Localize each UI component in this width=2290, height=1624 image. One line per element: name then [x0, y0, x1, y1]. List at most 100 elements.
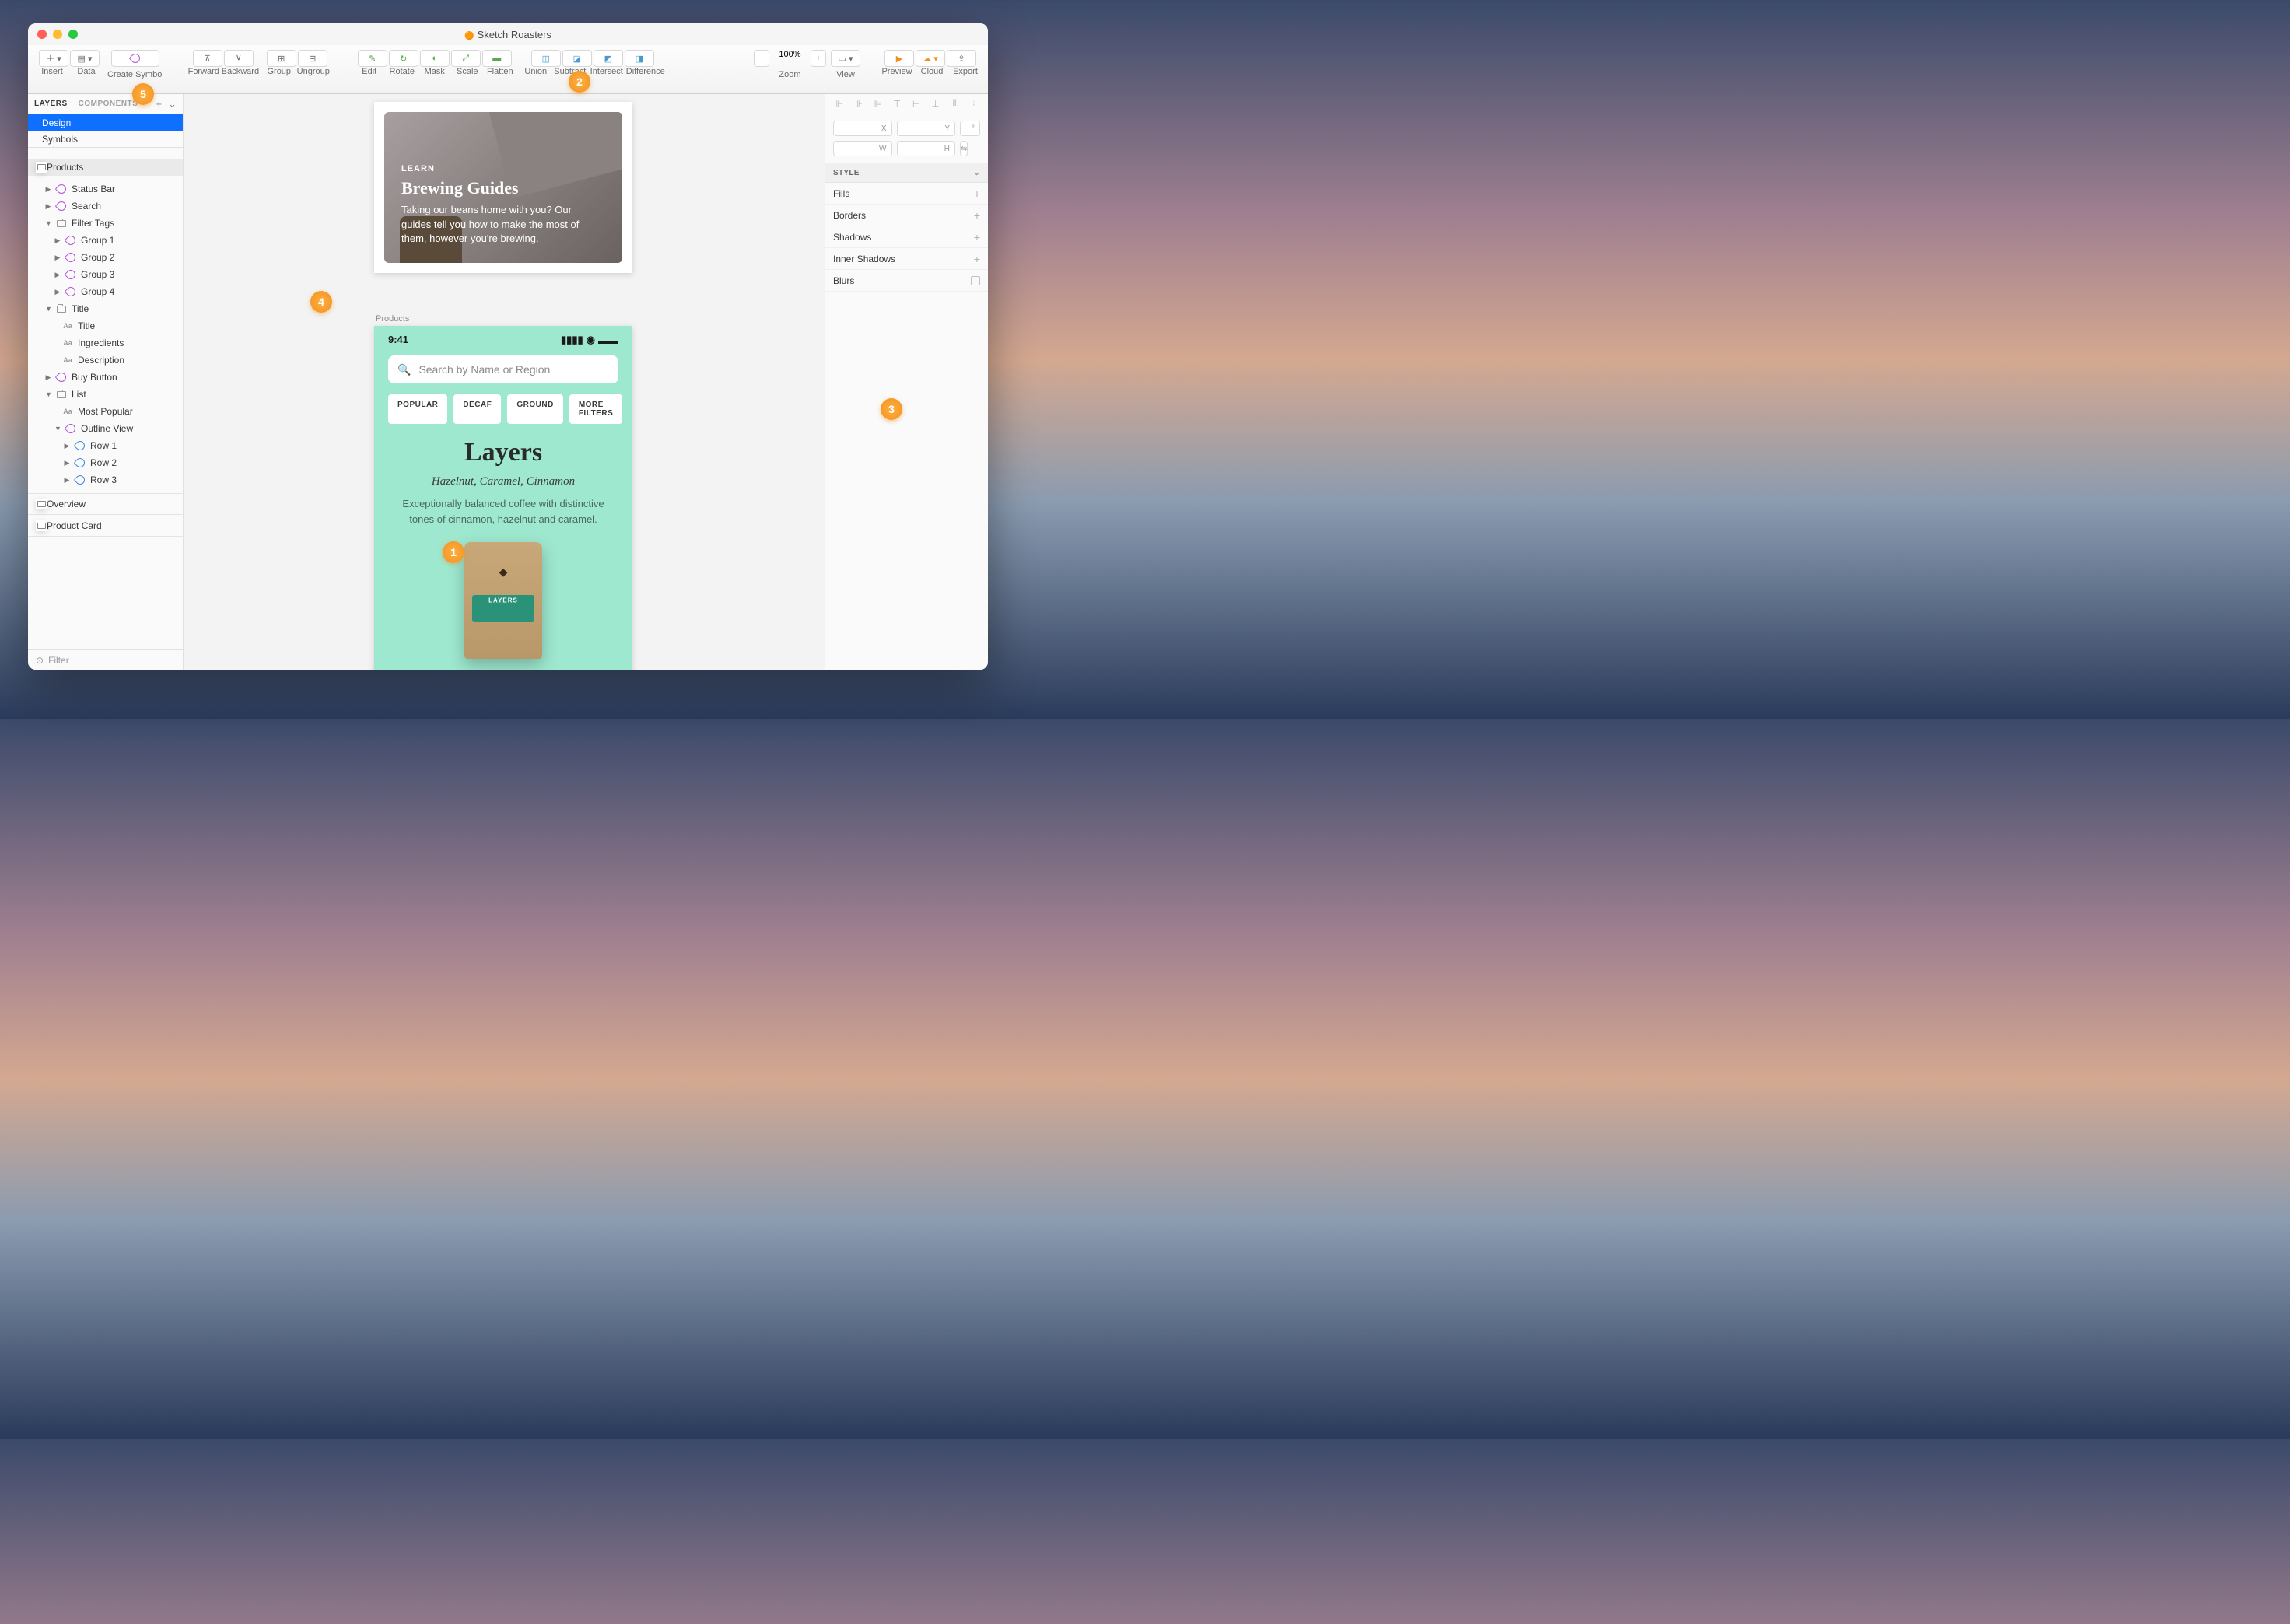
export-button[interactable]: ⇪: [947, 50, 976, 67]
align-right-icon[interactable]: ⊫: [873, 99, 884, 110]
zoom-in-button[interactable]: +: [811, 50, 826, 67]
app-window: Sketch Roasters ＋ ▾ ▤ ▾ InsertData Creat…: [28, 23, 988, 670]
style-header[interactable]: STYLE⌄: [825, 163, 988, 183]
group-label: Group: [264, 67, 295, 76]
difference-button[interactable]: ◨: [625, 50, 654, 67]
pages-button[interactable]: ▤ ▾: [70, 50, 100, 67]
search-field[interactable]: 🔍 Search by Name or Region: [388, 355, 618, 383]
layer-group-1[interactable]: ▶Group 1: [28, 232, 183, 249]
window-title: Sketch Roasters: [464, 29, 551, 40]
callout-4: 4: [310, 291, 332, 313]
minimize-icon[interactable]: [53, 30, 62, 39]
borders-row[interactable]: Borders+: [825, 205, 988, 226]
layer-overview[interactable]: ▶Overview: [28, 493, 183, 515]
layer-most-popular[interactable]: AaMost Popular: [28, 403, 183, 420]
signal-icon: ▮▮▮▮: [561, 334, 583, 346]
page-design[interactable]: Design: [28, 114, 183, 131]
close-icon[interactable]: [37, 30, 47, 39]
layer-buy-button[interactable]: ▶Buy Button: [28, 369, 183, 386]
distribute-v-icon[interactable]: ⫶: [968, 99, 979, 110]
page-symbols[interactable]: Symbols: [28, 131, 183, 147]
align-hcenter-icon[interactable]: ⊪: [853, 99, 864, 110]
callout-3: 3: [881, 398, 902, 420]
preview-button[interactable]: ▶: [884, 50, 914, 67]
layer-title-text[interactable]: AaTitle: [28, 317, 183, 334]
distribute-h-icon[interactable]: ⫴: [949, 99, 960, 110]
preview-label: Preview: [881, 67, 913, 76]
edit-button[interactable]: ✎: [358, 50, 387, 67]
align-left-icon[interactable]: ⊩: [834, 99, 845, 110]
union-label: Union: [520, 67, 551, 76]
h-input[interactable]: H: [897, 141, 956, 156]
layer-group-2[interactable]: ▶Group 2: [28, 249, 183, 266]
collapse-pages-icon[interactable]: ⌄: [168, 98, 177, 110]
create-symbol-button[interactable]: [111, 50, 159, 67]
add-page-icon[interactable]: +: [156, 98, 163, 110]
maximize-icon[interactable]: [68, 30, 78, 39]
add-border-icon[interactable]: +: [974, 209, 980, 222]
union-button[interactable]: ◫: [531, 50, 561, 67]
blurs-row[interactable]: Blurs: [825, 270, 988, 292]
align-vcenter-icon[interactable]: ⊢: [911, 99, 922, 110]
artboard-label[interactable]: Products: [376, 314, 409, 324]
inner-shadows-row[interactable]: Inner Shadows+: [825, 248, 988, 270]
add-fill-icon[interactable]: +: [974, 187, 980, 200]
hero-card: LEARN Brewing Guides Taking our beans ho…: [384, 112, 622, 263]
chip-ground[interactable]: GROUND: [507, 394, 562, 424]
flip-h-icon[interactable]: ⇋: [960, 141, 968, 156]
layer-list[interactable]: ▼List: [28, 386, 183, 403]
layer-product-card[interactable]: ▶Product Card: [28, 515, 183, 537]
y-input[interactable]: Y: [897, 121, 956, 136]
zoom-out-button[interactable]: −: [754, 50, 769, 67]
filter-icon: ⊙: [36, 655, 44, 666]
layer-row-3[interactable]: ▶Row 3: [28, 471, 183, 488]
chevron-down-icon: ⌄: [973, 169, 980, 177]
tab-layers[interactable]: LAYERS: [34, 100, 68, 108]
product-image: LAYERS: [464, 542, 542, 659]
mask-button[interactable]: ◐: [420, 50, 450, 67]
layer-products[interactable]: ▼Products: [28, 159, 183, 176]
intersect-button[interactable]: ◩: [594, 50, 623, 67]
subtract-button[interactable]: ◪: [562, 50, 592, 67]
layer-group-4[interactable]: ▶Group 4: [28, 283, 183, 300]
hero-title: Brewing Guides: [401, 178, 605, 198]
ungroup-button[interactable]: ⊟: [298, 50, 327, 67]
add-blur-icon[interactable]: [971, 276, 980, 285]
rotate-button[interactable]: ↻: [389, 50, 418, 67]
add-shadow-icon[interactable]: +: [974, 231, 980, 243]
insert-button[interactable]: ＋ ▾: [39, 50, 68, 67]
cloud-button[interactable]: ☁ ▾: [916, 50, 945, 67]
view-button[interactable]: ▭ ▾: [831, 50, 860, 67]
align-top-icon[interactable]: ⊤: [891, 99, 902, 110]
layer-row-1[interactable]: ▶Row 1: [28, 437, 183, 454]
layer-filter-tags[interactable]: ▼Filter Tags: [28, 215, 183, 232]
flatten-button[interactable]: ▬: [482, 50, 512, 67]
backward-button[interactable]: ⊻: [224, 50, 254, 67]
layer-group-3[interactable]: ▶Group 3: [28, 266, 183, 283]
group-button[interactable]: ⊞: [267, 50, 296, 67]
align-bottom-icon[interactable]: ⊥: [930, 99, 940, 110]
filter-input[interactable]: ⊙Filter: [28, 649, 183, 670]
layer-search[interactable]: ▶Search: [28, 198, 183, 215]
tab-components[interactable]: COMPONENTS: [79, 100, 138, 108]
layer-description[interactable]: AaDescription: [28, 352, 183, 369]
layer-outline-view[interactable]: ▼Outline View: [28, 420, 183, 437]
chip-popular[interactable]: POPULAR: [388, 394, 447, 424]
layer-ingredients[interactable]: AaIngredients: [28, 334, 183, 352]
w-input[interactable]: W: [833, 141, 892, 156]
layer-status-bar[interactable]: ▶Status Bar: [28, 180, 183, 198]
chip-decaf[interactable]: DECAF: [453, 394, 501, 424]
canvas[interactable]: LEARN Brewing Guides Taking our beans ho…: [184, 94, 825, 670]
scale-button[interactable]: ⤢: [451, 50, 481, 67]
x-input[interactable]: X: [833, 121, 892, 136]
add-inner-shadow-icon[interactable]: +: [974, 253, 980, 265]
layer-title-group[interactable]: ▼Title: [28, 300, 183, 317]
layer-row-2[interactable]: ▶Row 2: [28, 454, 183, 471]
forward-button[interactable]: ⊼: [193, 50, 222, 67]
artboard-hero[interactable]: LEARN Brewing Guides Taking our beans ho…: [374, 102, 632, 273]
angle-input[interactable]: °: [960, 121, 980, 136]
chip-more-filters[interactable]: MORE FILTERS: [569, 394, 622, 424]
shadows-row[interactable]: Shadows+: [825, 226, 988, 248]
artboard-products[interactable]: 9:41 ▮▮▮▮ ◉ ▬▬ 🔍 Search by Name or Regio…: [374, 326, 632, 670]
fills-row[interactable]: Fills+: [825, 183, 988, 205]
